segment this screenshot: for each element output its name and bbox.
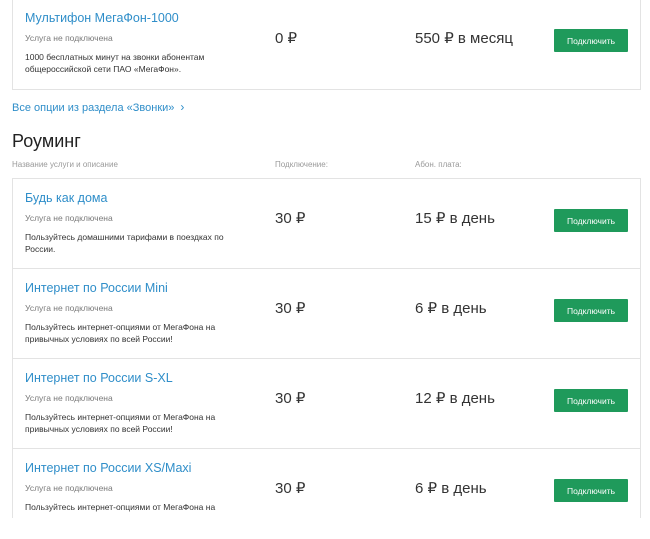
- service-row: Интернет по России S-XL Услуга не подклю…: [13, 359, 640, 449]
- connect-price: 30 ₽: [275, 480, 306, 497]
- subscription-fee: 6 ₽ в день: [415, 480, 487, 497]
- connect-price: 0 ₽: [275, 30, 298, 47]
- service-row: Мультифон МегаФон-1000 Услуга не подключ…: [13, 0, 640, 89]
- service-status: Услуга не подключена: [25, 393, 113, 403]
- calls-option-card: Мультифон МегаФон-1000 Услуга не подключ…: [12, 0, 641, 90]
- service-row: Интернет по России Mini Услуга не подклю…: [13, 269, 640, 359]
- subscription-fee: 6 ₽ в день: [415, 300, 487, 317]
- service-status: Услуга не подключена: [25, 33, 113, 43]
- service-name-link[interactable]: Интернет по России Mini: [25, 281, 168, 295]
- column-header-fee: Абон. плата:: [415, 160, 462, 169]
- connect-button[interactable]: Подключить: [554, 389, 628, 412]
- service-name-link[interactable]: Мультифон МегаФон-1000: [25, 11, 179, 25]
- service-name-link[interactable]: Будь как дома: [25, 191, 107, 205]
- subscription-fee: 550 ₽ в месяц: [415, 30, 513, 47]
- section-title-roaming: Роуминг: [12, 131, 81, 151]
- roaming-services-list: Будь как дома Услуга не подключена Польз…: [12, 178, 641, 518]
- service-description: Пользуйтесь интернет-опциями от МегаФона…: [25, 322, 216, 344]
- connect-price: 30 ₽: [275, 390, 306, 407]
- connect-button[interactable]: Подключить: [554, 29, 628, 52]
- connect-button[interactable]: Подключить: [554, 479, 628, 502]
- connect-button[interactable]: Подключить: [554, 299, 628, 322]
- connect-price: 30 ₽: [275, 300, 306, 317]
- connect-button[interactable]: Подключить: [554, 209, 628, 232]
- service-description: Пользуйтесь интернет-опциями от МегаФона…: [25, 412, 216, 434]
- service-row: Интернет по России XS/Maxi Услуга не под…: [13, 449, 640, 539]
- subscription-fee: 12 ₽ в день: [415, 390, 495, 407]
- column-header-name: Название услуги и описание: [12, 160, 118, 169]
- service-row: Будь как дома Услуга не подключена Польз…: [13, 179, 640, 269]
- connect-price: 30 ₽: [275, 210, 306, 227]
- service-status: Услуга не подключена: [25, 483, 113, 493]
- service-name-link[interactable]: Интернет по России XS/Maxi: [25, 461, 191, 475]
- service-status: Услуга не подключена: [25, 303, 113, 313]
- column-header-connect: Подключение:: [275, 160, 328, 169]
- all-calls-options-link[interactable]: Все опции из раздела «Звонки» ›: [12, 100, 184, 114]
- subscription-fee: 15 ₽ в день: [415, 210, 495, 227]
- service-status: Услуга не подключена: [25, 213, 113, 223]
- chevron-right-icon: ›: [180, 100, 185, 114]
- service-description: Пользуйтесь интернет-опциями от МегаФона…: [25, 502, 216, 512]
- service-description: Пользуйтесь домашними тарифами в поездка…: [25, 232, 224, 254]
- service-name-link[interactable]: Интернет по России S-XL: [25, 371, 173, 385]
- service-description: 1000 бесплатных минут на звонки абонента…: [25, 52, 205, 74]
- more-link-label: Все опции из раздела «Звонки»: [12, 102, 175, 114]
